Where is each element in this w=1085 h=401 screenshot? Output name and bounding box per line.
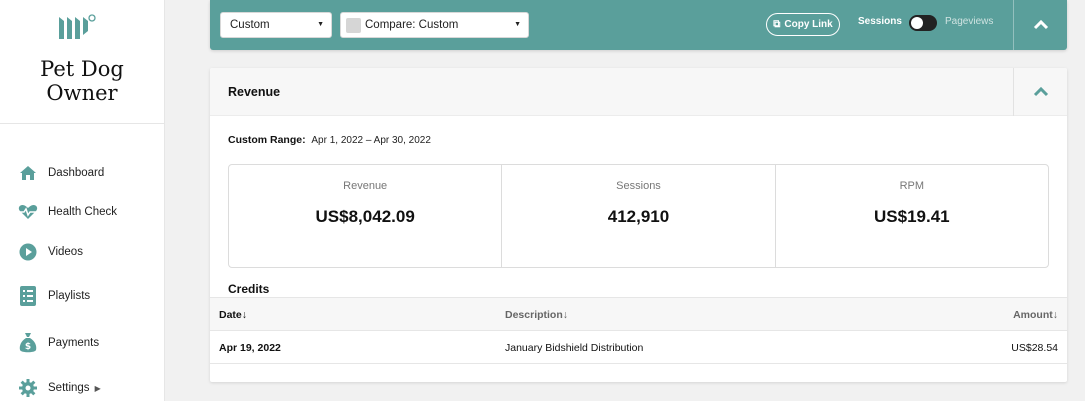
gear-icon xyxy=(18,377,38,399)
custom-range: Custom Range: Apr 1, 2022 – Apr 30, 2022 xyxy=(228,134,431,146)
stat-value: 412,910 xyxy=(607,207,670,226)
caret-right-icon: ▶ xyxy=(94,383,101,393)
sidebar-item-dashboard[interactable]: Dashboard xyxy=(18,161,104,185)
money-bag-icon: $ xyxy=(18,332,38,354)
sidebar-item-playlists[interactable]: Playlists xyxy=(18,284,90,308)
sidebar-item-label: Payments xyxy=(48,337,100,349)
column-header-amount[interactable]: Amount↓ xyxy=(1013,309,1058,321)
sessions-pageviews-toggle[interactable] xyxy=(909,15,937,31)
chevron-up-icon xyxy=(1033,20,1048,30)
panel-title: Revenue xyxy=(228,85,281,99)
logo-icon xyxy=(59,14,96,39)
sidebar-item-health-check[interactable]: Health Check xyxy=(18,200,117,224)
stat-label: RPM xyxy=(899,180,925,192)
revenue-panel: Revenue Custom Range: Apr 1, 2022 – Apr … xyxy=(210,68,1067,382)
stat-value: US$8,042.09 xyxy=(315,207,415,226)
sidebar-item-label: Dashboard xyxy=(48,167,105,179)
copy-icon: ⧉ xyxy=(773,19,781,30)
cell-description: January Bidshield Distribution xyxy=(505,342,644,354)
table-header: Date↓ Description↓ Amount↓ xyxy=(210,297,1067,331)
sidebar-item-label: Videos xyxy=(48,246,83,258)
stats-summary: Revenue US$8,042.09 Sessions 412,910 RPM… xyxy=(228,164,1049,268)
svg-text:$: $ xyxy=(25,342,31,352)
sidebar-item-label: Settings xyxy=(48,382,90,394)
credits-heading: Credits xyxy=(228,282,270,296)
toggle-knob xyxy=(911,17,923,29)
stat-label: Revenue xyxy=(343,180,388,192)
range-value: Apr 1, 2022 – Apr 30, 2022 xyxy=(311,135,431,146)
cell-date: Apr 19, 2022 xyxy=(219,342,281,354)
copy-link-button[interactable]: ⧉ Copy Link xyxy=(766,13,840,36)
dropdown-arrow-icon: ▼ xyxy=(317,21,324,28)
site-name: Pet Dog Owner xyxy=(40,57,124,105)
sort-arrow-icon: ↓ xyxy=(1052,309,1058,321)
sort-arrow-icon: ↓ xyxy=(241,309,248,321)
pageviews-toggle-label: Pageviews xyxy=(945,16,994,27)
sidebar-item-videos[interactable]: Videos xyxy=(18,240,83,264)
date-range-value: Custom xyxy=(230,19,270,31)
panel-collapse-button[interactable] xyxy=(1014,68,1067,116)
column-label: Date xyxy=(219,309,242,321)
stat-revenue: Revenue US$8,042.09 xyxy=(229,165,503,267)
chevron-up-icon xyxy=(1033,87,1048,97)
compare-color-swatch xyxy=(346,17,361,33)
stat-value: US$19.41 xyxy=(874,207,950,226)
toolbar-collapse-button[interactable] xyxy=(1014,0,1067,50)
column-header-description[interactable]: Description↓ xyxy=(505,309,568,321)
sort-arrow-icon: ↓ xyxy=(562,309,569,321)
stat-label: Sessions xyxy=(616,180,661,192)
dropdown-arrow-icon: ▼ xyxy=(514,21,521,28)
column-label: Amount xyxy=(1013,309,1053,321)
sessions-toggle-label: Sessions xyxy=(858,16,902,27)
range-label: Custom Range: xyxy=(228,134,306,146)
stat-sessions: Sessions 412,910 xyxy=(502,165,776,267)
home-icon xyxy=(18,162,38,184)
sidebar-item-payments[interactable]: $ Payments xyxy=(18,331,99,355)
filter-toolbar: Custom ▼ Compare: Custom ▼ ⧉ Copy Link S… xyxy=(210,0,1067,50)
play-icon xyxy=(18,241,38,263)
column-label: Description xyxy=(505,309,563,321)
table-row: Apr 19, 2022 January Bidshield Distribut… xyxy=(210,331,1067,364)
list-icon xyxy=(18,285,38,307)
date-range-select[interactable]: Custom ▼ xyxy=(220,12,332,38)
copy-link-label: Copy Link xyxy=(784,19,833,30)
heartbeat-icon xyxy=(18,201,38,223)
compare-value: Compare: Custom xyxy=(365,19,459,31)
cell-amount: US$28.54 xyxy=(1011,342,1058,354)
sidebar-item-label: Health Check xyxy=(48,206,118,218)
sidebar-item-settings[interactable]: Settings ▶ xyxy=(18,376,101,400)
stat-rpm: RPM US$19.41 xyxy=(776,165,1048,267)
sidebar-item-label: Playlists xyxy=(48,290,91,302)
compare-select[interactable]: Compare: Custom ▼ xyxy=(340,12,529,38)
panel-header: Revenue xyxy=(210,68,1067,116)
column-header-date[interactable]: Date↓ xyxy=(219,309,247,321)
brand-header: Pet Dog Owner xyxy=(0,0,164,124)
sidebar: Pet Dog Owner Dashboard Health Check Vid… xyxy=(0,0,165,401)
